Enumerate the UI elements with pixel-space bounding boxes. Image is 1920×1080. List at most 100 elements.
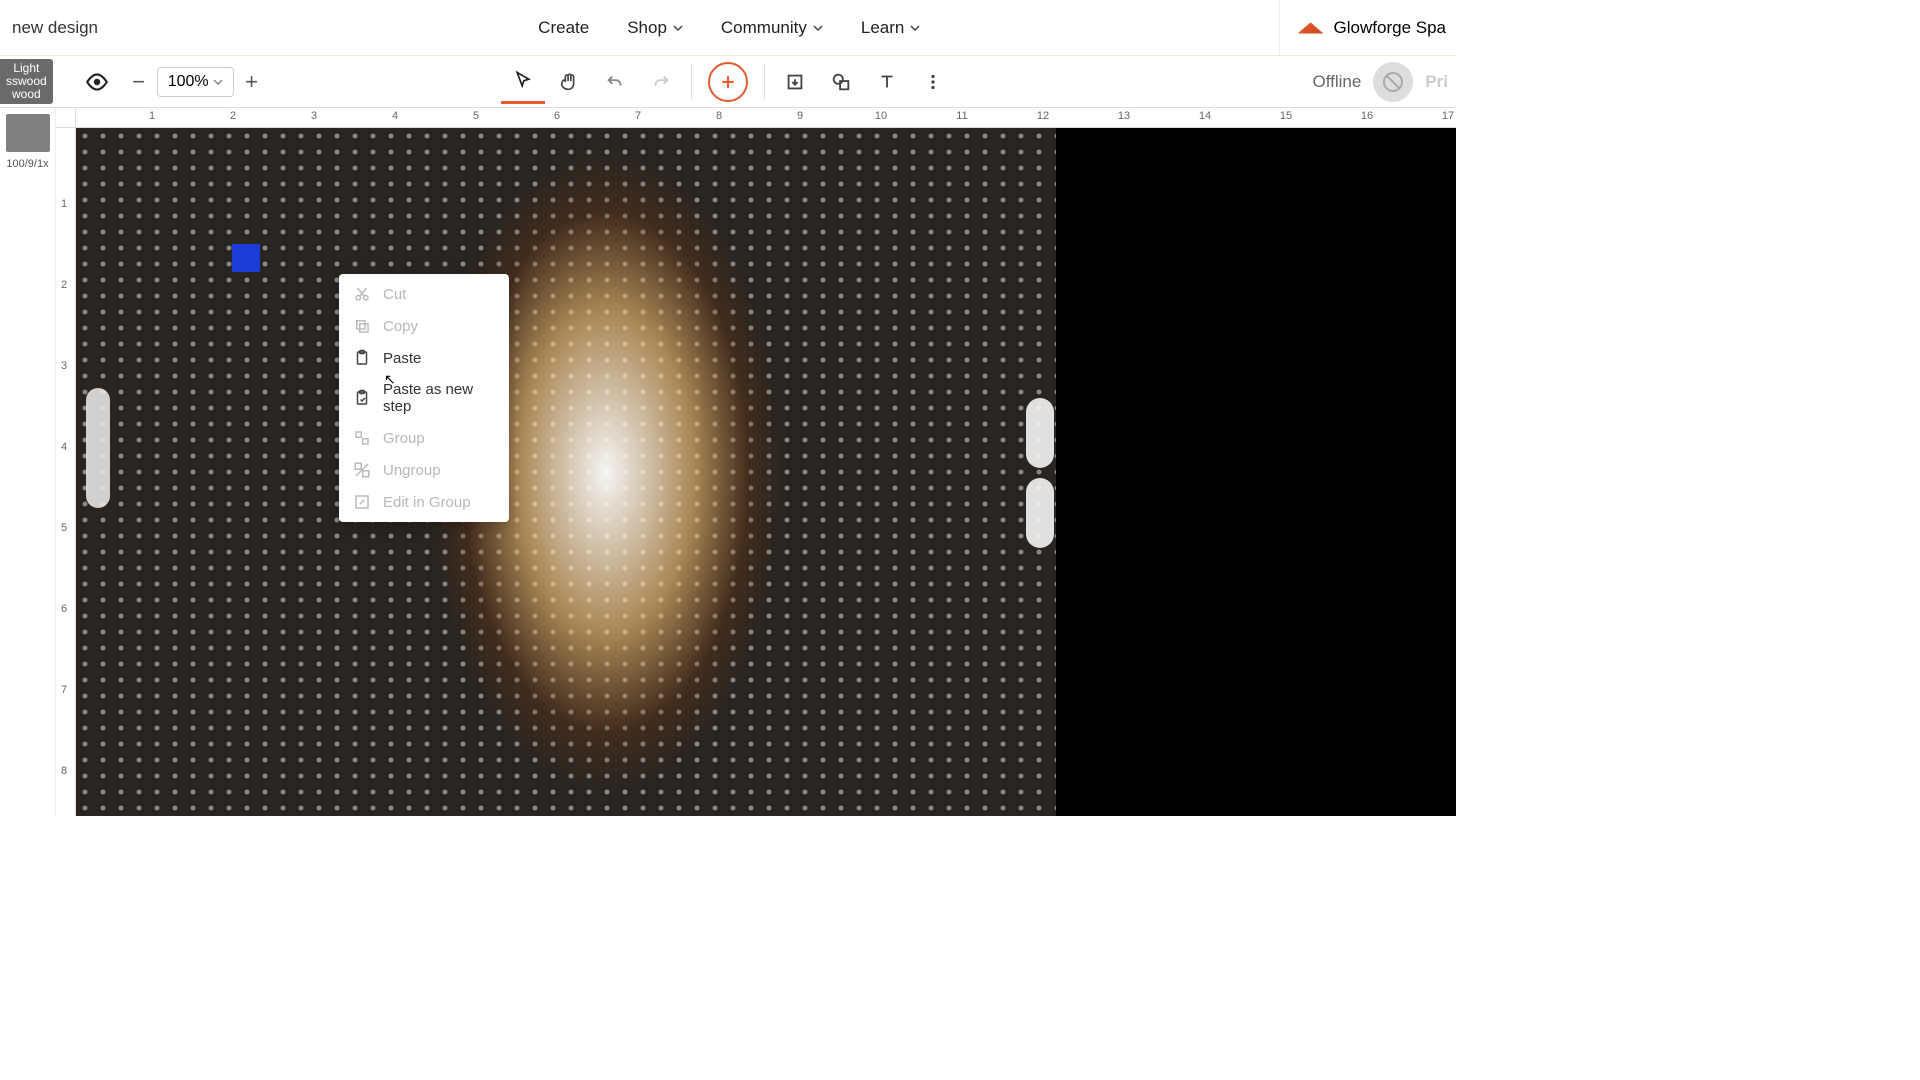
ctx-paste-step[interactable]: Paste as new step xyxy=(339,374,509,422)
rail-left xyxy=(86,388,110,508)
ruler-h-tick: 2 xyxy=(230,110,236,122)
ruler-h-tick: 16 xyxy=(1361,110,1373,122)
ruler-h-tick: 12 xyxy=(1037,110,1049,122)
material-chip[interactable]: Light sswood wood xyxy=(0,59,53,104)
redo-button[interactable] xyxy=(639,60,683,104)
ruler-v-tick: 4 xyxy=(61,441,67,453)
zoom-controls: − 100% + xyxy=(125,67,266,97)
paste-step-icon xyxy=(353,389,371,407)
ruler-v-tick: 3 xyxy=(61,360,67,372)
more-tools[interactable] xyxy=(911,60,955,104)
preview-toggle[interactable] xyxy=(75,60,119,104)
ctx-paste-step-label: Paste as new step xyxy=(383,381,495,415)
ungroup-icon xyxy=(353,461,371,479)
copy-icon xyxy=(353,317,371,335)
print-label: Pri xyxy=(1425,72,1448,92)
add-artwork-button[interactable] xyxy=(708,62,748,102)
ruler-v-tick: 8 xyxy=(61,765,67,777)
chevron-down-icon xyxy=(910,25,920,31)
undo-button[interactable] xyxy=(593,60,637,104)
ruler-v-tick: 6 xyxy=(61,603,67,615)
ruler-h-tick: 14 xyxy=(1199,110,1211,122)
ctx-ungroup-label: Ungroup xyxy=(383,462,441,479)
ruler-h-tick: 9 xyxy=(797,110,803,122)
nav-learn-label: Learn xyxy=(861,18,904,38)
select-tool[interactable] xyxy=(501,60,545,104)
ruler-h-tick: 10 xyxy=(875,110,887,122)
ctx-group: Group xyxy=(339,422,509,454)
ruler-h-tick: 11 xyxy=(956,110,967,122)
zoom-value[interactable]: 100% xyxy=(157,67,234,97)
ruler-vertical: 12345678 xyxy=(56,128,76,816)
ruler-horizontal: 1234567891011121314151617 xyxy=(76,108,1456,128)
ruler-v-tick: 1 xyxy=(61,198,67,210)
import-button[interactable] xyxy=(773,60,817,104)
nav-shop[interactable]: Shop xyxy=(627,18,683,38)
nav-create[interactable]: Create xyxy=(538,18,589,38)
canvas[interactable]: Cut Copy Paste Paste as new step Group xyxy=(76,128,1456,816)
print-disabled-icon xyxy=(1381,70,1405,94)
ctx-copy: Copy xyxy=(339,310,509,342)
pan-tool[interactable] xyxy=(547,60,591,104)
ctx-paste[interactable]: Paste xyxy=(339,342,509,374)
divider xyxy=(691,64,692,100)
ctx-copy-label: Copy xyxy=(383,318,418,335)
design-name[interactable]: new design xyxy=(0,18,180,38)
zoom-out-button[interactable]: − xyxy=(125,68,153,96)
ruler-corner xyxy=(56,108,76,128)
camera-bed-image xyxy=(76,128,1056,816)
ctx-paste-label: Paste xyxy=(383,350,421,367)
nav-center: Create Shop Community Learn xyxy=(180,18,1279,38)
shape-tool[interactable] xyxy=(819,60,863,104)
text-tool[interactable] xyxy=(865,60,909,104)
rail-right-top xyxy=(1026,398,1054,468)
ruler-v-tick: 5 xyxy=(61,522,67,534)
zoom-text: 100% xyxy=(168,73,209,91)
import-icon xyxy=(784,71,806,93)
ruler-h-tick: 8 xyxy=(716,110,722,122)
nav-community[interactable]: Community xyxy=(721,18,823,38)
context-menu: Cut Copy Paste Paste as new step Group xyxy=(339,274,509,522)
ruler-h-tick: 13 xyxy=(1118,110,1130,122)
cut-icon xyxy=(353,285,371,303)
ctx-cut-label: Cut xyxy=(383,286,406,303)
plus-icon xyxy=(718,72,738,92)
chevron-down-icon xyxy=(673,25,683,31)
ruler-h-tick: 1 xyxy=(149,110,155,122)
toolbar-right: Offline Pri xyxy=(1312,62,1456,102)
ctx-edit-group: Edit in Group xyxy=(339,486,509,518)
step-label: 100/9/1x xyxy=(6,158,48,170)
ruler-h-tick: 15 xyxy=(1280,110,1292,122)
material-line3: wood xyxy=(6,88,47,101)
design-object-square[interactable] xyxy=(232,244,260,272)
canvas-area: 1234567891011121314151617 12345678 Cut C… xyxy=(56,108,1456,816)
ctx-cut: Cut xyxy=(339,278,509,310)
nav-learn[interactable]: Learn xyxy=(861,18,920,38)
account-menu[interactable]: Glowforge Spa xyxy=(1279,0,1456,55)
connection-status: Offline xyxy=(1312,72,1361,92)
group-icon xyxy=(353,429,371,447)
nav-community-label: Community xyxy=(721,18,807,38)
step-thumbnail[interactable] xyxy=(6,114,50,152)
undo-icon xyxy=(604,71,626,93)
top-bar: new design Create Shop Community Learn G… xyxy=(0,0,1456,56)
ruler-h-tick: 5 xyxy=(473,110,479,122)
paste-icon xyxy=(353,349,371,367)
ruler-h-tick: 4 xyxy=(392,110,398,122)
ctx-group-label: Group xyxy=(383,430,425,447)
glowforge-logo-icon xyxy=(1298,22,1324,33)
shape-icon xyxy=(830,71,852,93)
text-icon xyxy=(876,71,898,93)
zoom-in-button[interactable]: + xyxy=(238,68,266,96)
ruler-v-tick: 2 xyxy=(61,279,67,291)
ruler-h-tick: 7 xyxy=(635,110,641,122)
ctx-edit-group-label: Edit in Group xyxy=(383,494,471,511)
toolbar: Light sswood wood − 100% + xyxy=(0,56,1456,108)
print-button[interactable] xyxy=(1373,62,1413,102)
chevron-down-icon xyxy=(213,79,223,85)
edit-group-icon xyxy=(353,493,371,511)
toolbar-center xyxy=(501,60,955,104)
rail-right-bottom xyxy=(1026,478,1054,548)
nav-shop-label: Shop xyxy=(627,18,667,38)
ctx-ungroup: Ungroup xyxy=(339,454,509,486)
